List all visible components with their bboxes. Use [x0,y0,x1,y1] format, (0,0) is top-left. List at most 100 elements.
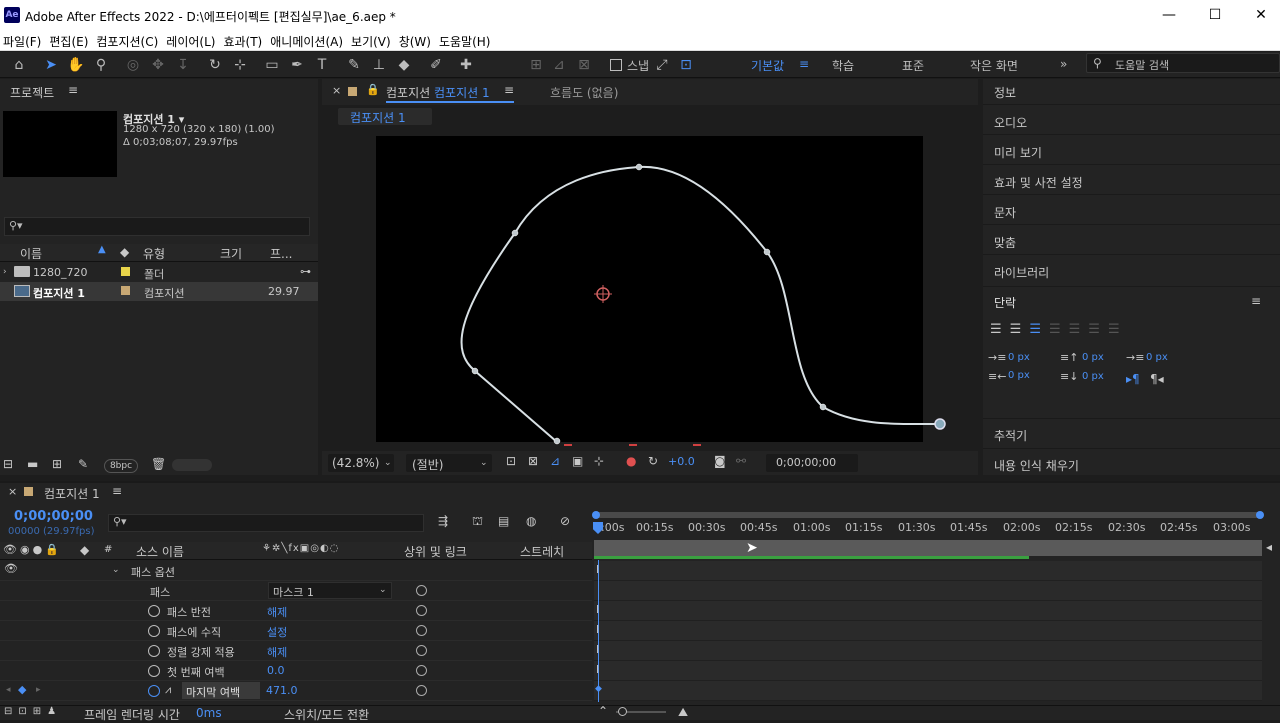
stopwatch-icon[interactable] [148,665,160,677]
workspace-learn[interactable]: 학습 [832,57,854,74]
close-button[interactable]: ✕ [1238,0,1280,30]
track-row[interactable] [594,621,1262,641]
exposure-value[interactable]: +0.0 [668,455,695,468]
property-row-reverse-path[interactable]: 패스 반전 해제 [0,601,592,621]
interpret-footage-icon[interactable]: ⊟ [3,457,13,471]
workspace-menu-icon[interactable]: ≡ [799,57,809,71]
pick-whip-icon[interactable] [416,685,427,696]
chevron-down-icon[interactable]: ⌄ [112,565,120,575]
keyframe-marker[interactable]: I [596,663,599,676]
align-right-icon[interactable]: ☰ [1029,322,1049,337]
panel-menu-icon[interactable]: ≡ [504,83,514,97]
lock-icon[interactable]: 🔒 [366,83,380,96]
mask-path-svg[interactable] [376,136,946,448]
adjust-icon[interactable]: ✎ [78,457,88,471]
property-row-force-alignment[interactable]: 정렬 강제 적용 해제 [0,641,592,661]
property-row-first-margin[interactable]: 첫 번째 여백 0.0 [0,661,592,681]
timeline-scroll-end-icon[interactable]: ◂ [1266,540,1276,556]
keyframe-marker[interactable]: I [596,643,599,656]
property-value[interactable]: 해제 [267,604,287,620]
menu-layer[interactable]: 레이어(L) [163,30,220,50]
menu-help[interactable]: 도움말(H) [436,30,496,50]
av-switches-icon[interactable]: 👁◉●🔒 [3,543,62,556]
fast-preview-icon[interactable]: ⊡ [506,454,516,468]
draft-3d-icon[interactable]: ⛫ [472,514,483,530]
property-value[interactable]: 471.0 [266,684,298,697]
paragraph-panel-title[interactable]: 단락 [994,294,1016,311]
prev-keyframe-icon[interactable]: ◂ [6,685,11,695]
property-row-perpendicular[interactable]: 패스에 수직 설정 [0,621,592,641]
menu-composition[interactable]: 컴포지션(C) [93,30,163,50]
orbit-camera-icon[interactable]: ◎ [123,55,143,75]
hand-tool-icon[interactable]: ✋ [66,55,86,75]
pick-whip-icon[interactable] [416,645,427,656]
rotate-tool-icon[interactable]: ↻ [205,55,225,75]
keyframe-diamond-icon[interactable]: ◆ [595,684,602,694]
workspace-standard[interactable]: 표준 [902,57,924,74]
footer-toggle-icons[interactable]: ⊟⊡⊞♟ [4,706,62,717]
anchor-tool-icon[interactable]: ⊹ [230,55,250,75]
project-item-folder[interactable]: › 1280_720 폴더 ⊶ [0,263,318,282]
snap-target-icon[interactable]: ⊡ [676,55,696,75]
layer-switches-icon[interactable]: ⚘✲╲fx▣◎◐◌ [262,543,339,554]
zoom-slider-thumb[interactable] [618,707,627,716]
stopwatch-icon[interactable] [148,625,160,637]
current-time-field[interactable]: 0;00;00;00 [766,454,858,472]
grid-guides-icon[interactable]: ⊹ [594,454,604,468]
snapshot-icon[interactable]: ◙ [714,454,726,468]
stopwatch-icon[interactable] [148,645,160,657]
project-search-input[interactable]: ⚲▾ [4,217,310,236]
help-search-input[interactable]: ⚲ 도움말 검색 [1086,53,1280,73]
close-tab-icon[interactable]: × [8,485,17,498]
keyframe-marker[interactable]: I [596,563,599,576]
stopwatch-active-icon[interactable] [148,685,160,697]
label-col-icon[interactable]: ◆ [120,245,129,259]
col-name[interactable]: 이름 [20,245,42,262]
info-panel-tab[interactable]: 정보 [994,84,1016,101]
property-row-last-margin[interactable]: ◂ ◆ ▸ ⩘ 마지막 여백 471.0 [0,681,592,701]
space-after-value[interactable]: 0 px [1082,371,1104,382]
property-value[interactable]: 해제 [267,644,287,660]
libraries-panel-tab[interactable]: 라이브러리 [994,264,1049,281]
layer-duration-bar[interactable] [594,540,1262,556]
flowchart-tab[interactable]: 흐름도 (없음) [550,84,618,101]
rtl-direction-icon[interactable]: ▸¶ [1126,372,1140,386]
more-workspaces-icon[interactable]: » [1060,57,1067,71]
channel-icon[interactable]: ● [626,454,636,468]
sort-asc-icon[interactable]: ▲ [98,244,106,255]
track-row[interactable] [594,601,1262,621]
hide-shy-layers-icon[interactable]: ▤ [498,514,509,528]
menu-edit[interactable]: 편집(E) [46,30,93,50]
audio-panel-tab[interactable]: 오디오 [994,114,1027,131]
label-color-swatch[interactable] [121,286,130,295]
col-framerate[interactable]: 프... [270,245,292,262]
add-keyframe-icon[interactable]: ◆ [18,683,26,696]
project-item-comp[interactable]: 컴포지션 1 컴포지션 29.97 [0,282,318,301]
work-area-start-handle[interactable] [592,511,600,519]
new-folder-icon[interactable]: ▬ [27,457,38,471]
type-tool-icon[interactable]: T [312,55,332,75]
justify-center-icon[interactable]: ☰ [1069,322,1089,337]
label-col-icon[interactable]: ◆ [80,543,89,557]
stretch-col[interactable]: 스트레치 [520,543,564,560]
keyframe-marker[interactable]: I [596,603,599,616]
zoom-in-icon[interactable]: ⛰ [678,705,688,720]
comp-breadcrumb[interactable]: 컴포지션 1 [338,108,432,125]
indent-first-value[interactable]: 0 px [1146,352,1168,363]
region-of-interest-icon[interactable]: ▣ [572,454,583,468]
keyframe-marker[interactable]: I [596,623,599,636]
mask-select-dropdown[interactable]: 마스크 1 ⌄ [268,582,392,599]
stopwatch-icon[interactable] [148,605,160,617]
puppet-pin-icon[interactable]: ✚ [456,55,476,75]
transparency-grid-icon[interactable]: ⊠ [528,454,538,468]
track-row[interactable] [594,641,1262,661]
timeline-tab[interactable]: 컴포지션 1 [44,485,100,502]
trash-icon[interactable]: 🗑 [151,457,166,471]
align-center-icon[interactable]: ☰ [1010,322,1030,337]
mask-visibility-icon[interactable]: ⊿ [550,454,560,468]
property-row-path[interactable]: 패스 마스크 1 ⌄ [0,581,592,601]
maximize-button[interactable]: ☐ [1192,0,1238,30]
viewer-tab-comp[interactable]: 컴포지션 1 [434,84,490,101]
work-area-bar[interactable] [592,511,1264,519]
pick-whip-icon[interactable] [416,605,427,616]
